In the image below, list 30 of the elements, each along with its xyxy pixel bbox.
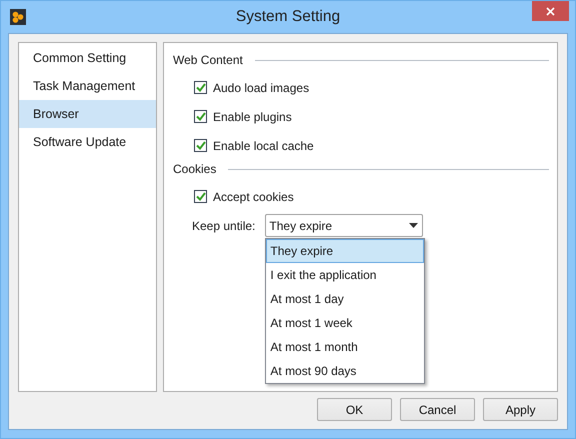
checkbox-label: Accept cookies: [213, 190, 294, 204]
checkbox-label: Audo load images: [213, 80, 310, 94]
window-title: System Setting: [234, 8, 342, 26]
sidebar-item[interactable]: Software Update: [19, 128, 156, 156]
checkbox[interactable]: [194, 139, 207, 152]
close-icon: [546, 6, 555, 16]
sidebar-item[interactable]: Browser: [19, 100, 156, 128]
dropdown-option[interactable]: At most 90 days: [266, 359, 424, 383]
checkbox[interactable]: [194, 81, 207, 94]
sidebar-item[interactable]: Common Setting: [19, 44, 156, 72]
dropdown-option[interactable]: At most 1 month: [266, 335, 424, 359]
field-label: Keep untile:: [192, 218, 256, 232]
dialog-button[interactable]: OK: [317, 398, 392, 421]
dropdown[interactable]: They expire: [265, 214, 424, 237]
dialog-button[interactable]: Apply: [483, 398, 558, 421]
dropdown-option[interactable]: At most 1 day: [266, 287, 424, 311]
dropdown-option[interactable]: I exit the application: [266, 263, 424, 287]
dialog-button[interactable]: Cancel: [400, 398, 475, 421]
checkbox-label: Enable plugins: [213, 110, 292, 124]
dropdown-option[interactable]: They expire: [266, 239, 424, 263]
app-icon: [10, 9, 26, 25]
close-button[interactable]: [532, 1, 569, 21]
dropdown-option[interactable]: At most 1 week: [266, 311, 424, 335]
caret-icon: [409, 223, 418, 228]
section-title: Web Content: [173, 53, 243, 67]
checkbox-label: Enable local cache: [213, 138, 314, 152]
section-title: Cookies: [173, 162, 216, 176]
checkbox[interactable]: [194, 110, 207, 123]
sidebar-item[interactable]: Task Management: [19, 72, 156, 100]
checkbox[interactable]: [194, 190, 207, 203]
